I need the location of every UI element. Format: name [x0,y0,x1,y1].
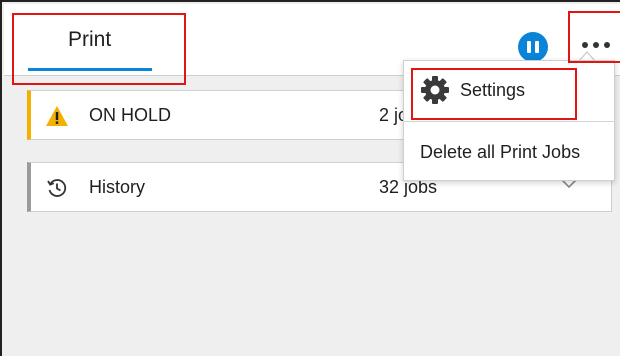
more-dots-icon [582,42,588,48]
tab-print[interactable]: Print [28,4,154,76]
menu-divider [404,121,614,122]
gear-icon [421,76,449,104]
menu-item-settings-label: Settings [460,79,526,100]
history-icon [47,179,67,197]
tab-print-label: Print [68,28,112,51]
options-menu: Settings Delete all Print Jobs [403,60,615,181]
print-screen: Print ON HOLD 2 jobs History 32 job [0,0,620,356]
tab-active-indicator [28,68,152,71]
row-label: ON HOLD [89,104,172,125]
warning-icon [46,106,68,126]
pause-icon [527,41,531,53]
menu-item-settings[interactable]: Settings [404,61,614,119]
menu-item-delete-label: Delete all Print Jobs [420,141,581,162]
menu-item-delete-all[interactable]: Delete all Print Jobs [404,123,614,181]
row-label: History [89,176,146,197]
pause-button[interactable] [518,32,548,62]
